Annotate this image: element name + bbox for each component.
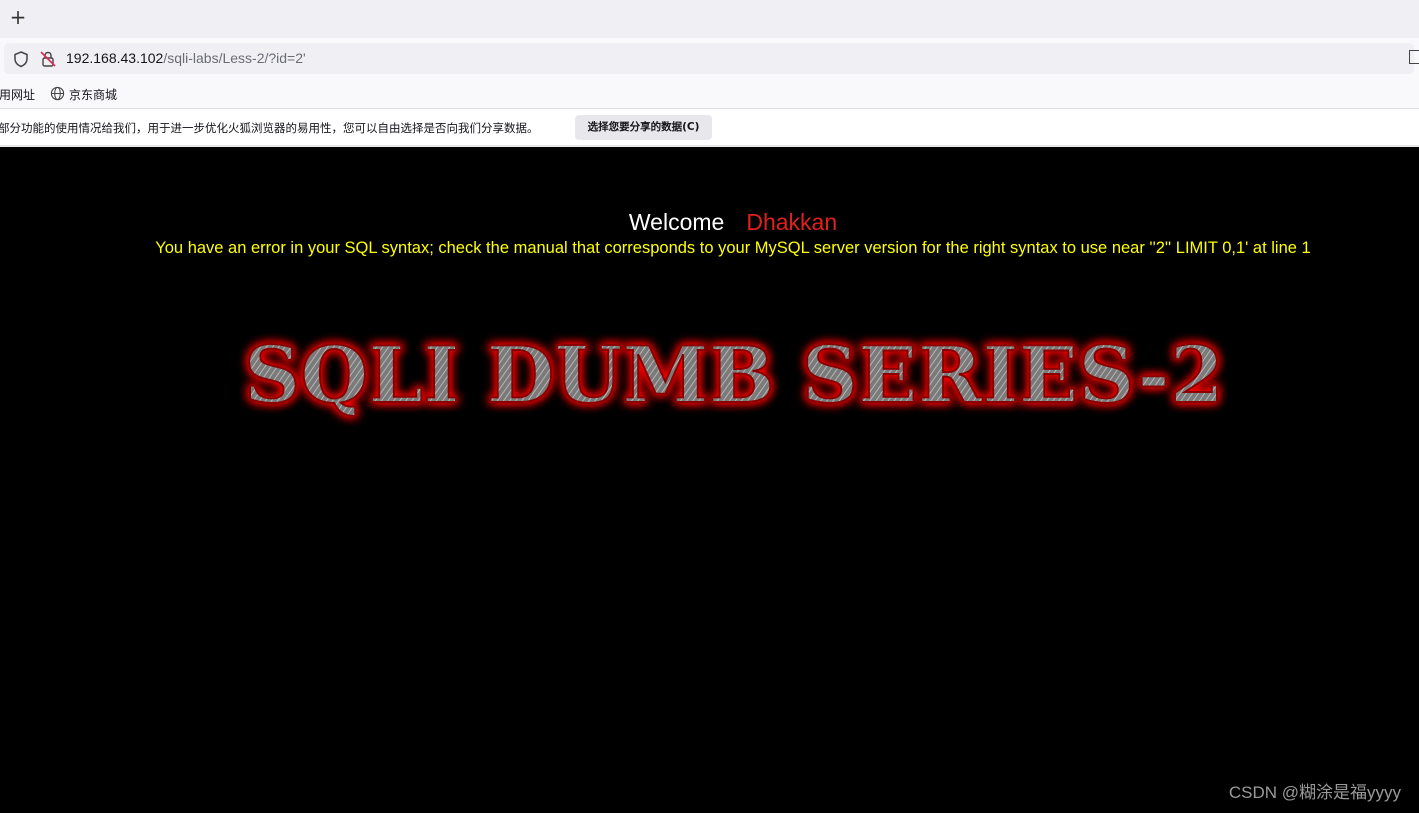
csdn-watermark: CSDN @糊涂是福yyyy — [1228, 783, 1401, 802]
welcome-label: Welcome — [628, 209, 725, 235]
user-name: Dhakkan — [746, 209, 838, 235]
bookmark-common-sites[interactable]: 用网址 — [0, 86, 35, 103]
bookmarks-toolbar: 用网址 京东商城 — [0, 80, 1419, 109]
url-bar[interactable]: 192.168.43.102/sqli-labs/Less-2/?id=2' — [4, 43, 1414, 74]
notification-message: 部分功能的使用情况给我们，用于进一步优化火狐浏览器的易用性，您可以自由选择是否向… — [0, 121, 539, 135]
reader-view-icon[interactable] — [1409, 50, 1419, 64]
new-tab-button[interactable]: + — [8, 5, 28, 29]
tab-bar: + — [0, 0, 1419, 38]
globe-icon — [50, 86, 65, 101]
url-host: 192.168.43.102 — [66, 50, 164, 66]
sqli-dumb-series-banner: SQLI DUMB SERIES-2 — [243, 329, 1225, 422]
choose-data-button[interactable]: 选择您要分享的数据(C) — [575, 115, 712, 140]
page-content: Welcome Dhakkan You have an error in your… — [0, 149, 1419, 813]
bookmark-jd[interactable]: 京东商城 — [69, 86, 117, 103]
sql-error-message: You have an error in your SQL syntax; ch… — [155, 239, 1311, 257]
insecure-lock-icon[interactable] — [39, 50, 57, 68]
data-sharing-notification: 部分功能的使用情况给我们，用于进一步优化火狐浏览器的易用性，您可以自由选择是否向… — [0, 109, 1419, 147]
banner-text: SQLI DUMB SERIES-2 — [244, 330, 1224, 421]
shield-icon[interactable] — [12, 50, 30, 68]
navigation-bar: 192.168.43.102/sqli-labs/Less-2/?id=2' — [0, 38, 1419, 80]
url-path: /sqli-labs/Less-2/?id=2' — [163, 50, 306, 66]
welcome-line: Welcome Dhakkan — [0, 209, 1419, 236]
url-text[interactable]: 192.168.43.102/sqli-labs/Less-2/?id=2' — [66, 50, 306, 66]
